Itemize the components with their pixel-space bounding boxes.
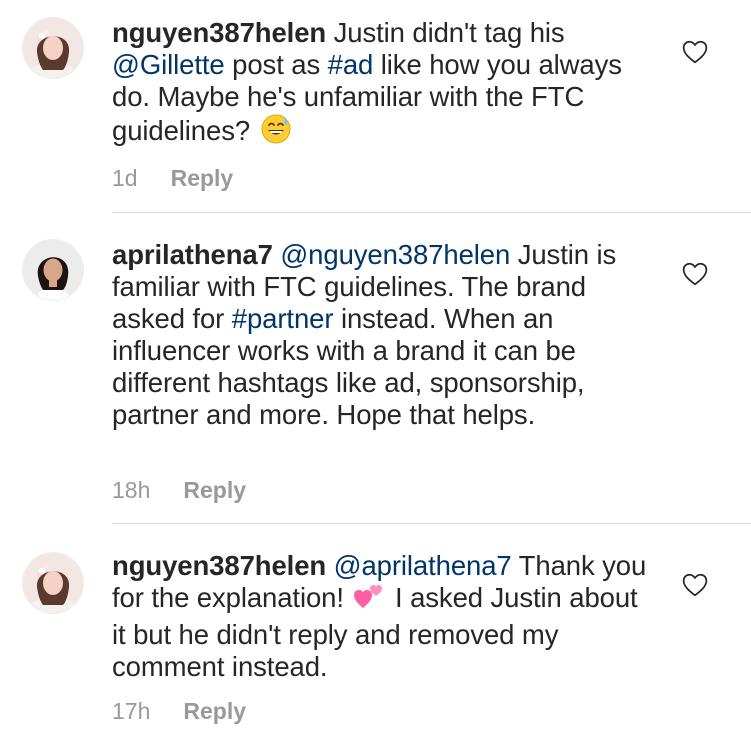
- reply-button[interactable]: Reply: [171, 165, 234, 191]
- comment-text: nguyen387helen @aprilathena7 Thank you f…: [112, 550, 652, 683]
- profile-photo-helen: [23, 18, 83, 78]
- profile-photo-helen: [23, 553, 83, 613]
- reply-button[interactable]: Reply: [183, 698, 246, 724]
- comment-username[interactable]: nguyen387helen: [112, 550, 326, 581]
- comment-text-segment: Justin didn't tag his: [326, 17, 565, 48]
- mention-link[interactable]: @aprilathena7: [334, 550, 512, 581]
- heart-outline-icon[interactable]: [682, 262, 708, 286]
- comment-meta: 1d Reply: [112, 165, 233, 192]
- two-hearts-emoji: [353, 582, 385, 619]
- divider: [112, 523, 751, 524]
- heart-outline-icon[interactable]: [682, 573, 708, 597]
- sweat-smile-emoji: [260, 113, 292, 152]
- comment-text-segment: post as: [224, 49, 328, 80]
- reply-button[interactable]: Reply: [183, 477, 246, 503]
- comment-time: 17h: [112, 698, 151, 724]
- avatar[interactable]: [22, 239, 84, 301]
- comment-text: nguyen387helen Justin didn't tag his @Gi…: [112, 17, 652, 152]
- comment-username[interactable]: nguyen387helen: [112, 17, 326, 48]
- comment-username[interactable]: aprilathena7: [112, 239, 273, 270]
- comment-time: 1d: [112, 165, 138, 191]
- hashtag-link[interactable]: #ad: [328, 49, 374, 80]
- mention-link[interactable]: @nguyen387helen: [280, 239, 510, 270]
- heart-outline-icon[interactable]: [682, 40, 708, 64]
- comment-meta: 18h Reply: [112, 477, 246, 504]
- comment-text-segment: [326, 550, 334, 581]
- avatar[interactable]: [22, 552, 84, 614]
- avatar[interactable]: [22, 17, 84, 79]
- profile-photo-april: [23, 240, 83, 300]
- mention-link[interactable]: @Gillette: [112, 49, 225, 80]
- divider: [112, 212, 751, 213]
- hashtag-link[interactable]: #partner: [232, 303, 334, 334]
- comment-text: aprilathena7 @nguyen387helen Justin is f…: [112, 239, 652, 431]
- comment-meta: 17h Reply: [112, 698, 246, 725]
- comment-time: 18h: [112, 477, 151, 503]
